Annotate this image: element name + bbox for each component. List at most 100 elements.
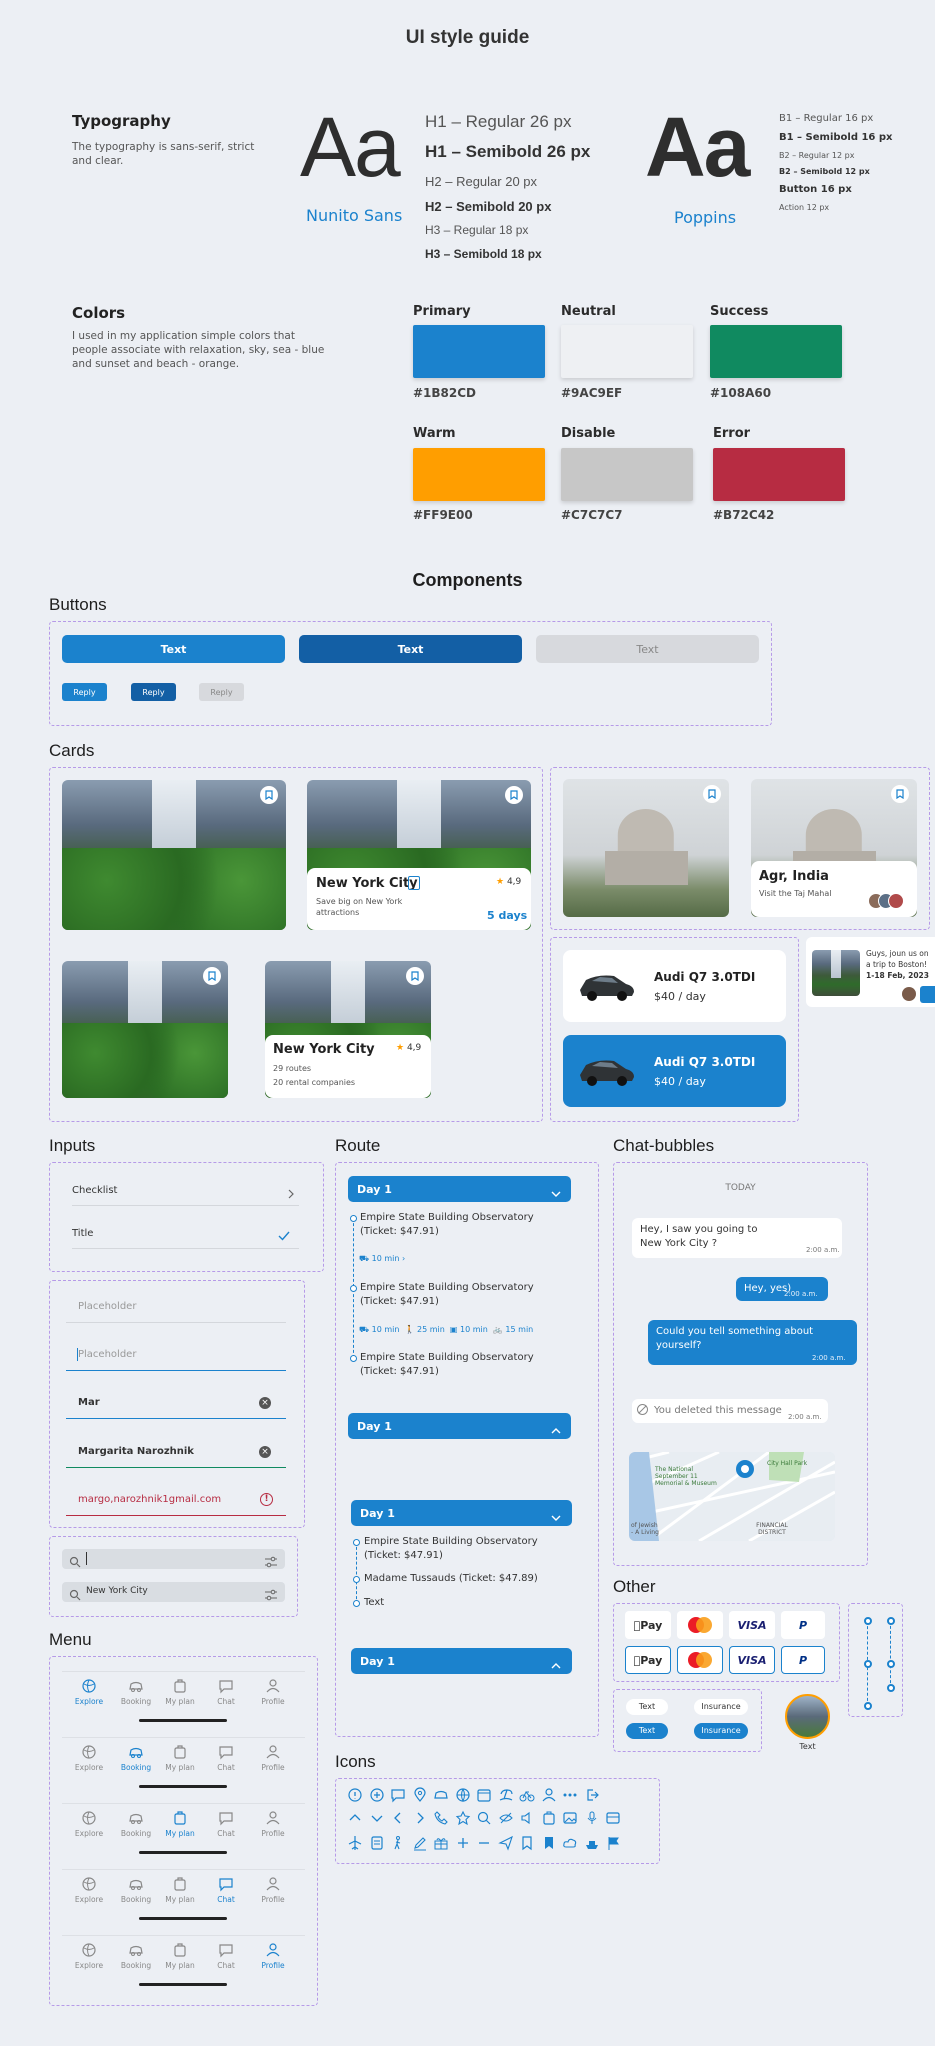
visa-card[interactable]: VISA — [729, 1611, 775, 1639]
nav-item-explore[interactable]: Explore — [67, 1678, 111, 1706]
nav-label: Explore — [74, 1829, 104, 1838]
mastercard-card-selected[interactable] — [677, 1646, 723, 1674]
clear-icon[interactable]: × — [259, 1397, 271, 1409]
route-stop[interactable]: Empire State Building Observatory (Ticke… — [360, 1211, 550, 1239]
font2-sample: Aa — [645, 100, 750, 194]
bookmark-icon[interactable] — [203, 967, 221, 985]
route-stop[interactable]: Text — [364, 1596, 554, 1610]
home-indicator — [139, 1851, 227, 1854]
nav-item-chat[interactable]: Chat — [204, 1942, 248, 1970]
map-message[interactable]: The National September 11 Memorial & Mus… — [629, 1452, 835, 1541]
nav-item-chat[interactable]: Chat — [204, 1678, 248, 1706]
reply-button[interactable]: Reply — [62, 683, 107, 701]
bookmark-icon[interactable] — [260, 786, 278, 804]
car-icon — [129, 1747, 143, 1758]
reply-pressed-button[interactable]: Reply — [131, 683, 176, 701]
nav-item-my-plan[interactable]: My plan — [158, 1744, 202, 1772]
font1-style-0: H1 – Regular 26 px — [425, 112, 572, 131]
chevron-right-icon[interactable] — [286, 1184, 296, 1199]
nav-item-booking[interactable]: Booking — [114, 1744, 158, 1772]
bookmark-icon[interactable] — [891, 785, 909, 803]
nav-item-booking[interactable]: Booking — [114, 1678, 158, 1706]
focused-input[interactable]: Placeholder — [78, 1349, 136, 1360]
city-photo-card[interactable] — [62, 780, 286, 930]
primary-pressed-button[interactable]: Text — [299, 635, 522, 663]
route-stop[interactable]: Empire State Building Observatory (Ticke… — [360, 1351, 550, 1379]
apple-pay-card[interactable]: Pay — [625, 1611, 671, 1639]
message-time: 2:00 a.m. — [812, 1354, 846, 1362]
nav-item-booking[interactable]: Booking — [114, 1810, 158, 1838]
nav-item-profile[interactable]: Profile — [251, 1678, 295, 1706]
search-input[interactable] — [62, 1549, 285, 1569]
day-accordion-expanded[interactable]: Day 1 — [348, 1176, 571, 1202]
avatar[interactable] — [785, 1694, 830, 1739]
nav-item-chat[interactable]: Chat — [204, 1744, 248, 1772]
nav-item-chat[interactable]: Chat — [204, 1810, 248, 1838]
nav-label: Chat — [217, 1961, 235, 1970]
route-stop[interactable]: Empire State Building Observatory (Ticke… — [364, 1535, 554, 1563]
day-accordion-collapsed[interactable]: Day 1 — [348, 1413, 571, 1439]
nav-item-my-plan[interactable]: My plan — [158, 1876, 202, 1904]
mastercard-card[interactable] — [677, 1611, 723, 1639]
paypal-card[interactable]: P — [781, 1611, 825, 1639]
bookmark-icon[interactable] — [703, 785, 721, 803]
briefcase-icon — [174, 1943, 186, 1957]
route-stop[interactable]: Madame Tussauds (Ticket: $47.89) — [364, 1572, 554, 1586]
bottom-nav-bar: Explore Booking My plan Chat Profile — [62, 1803, 305, 1859]
visa-card-selected[interactable]: VISA — [729, 1646, 775, 1674]
inputs-heading: Inputs — [49, 1136, 96, 1155]
disabled-button[interactable]: Text — [536, 635, 759, 663]
day-accordion-expanded-2[interactable]: Day 1 — [351, 1500, 572, 1526]
cloud-icon — [562, 1835, 578, 1851]
chip[interactable]: Text — [626, 1699, 668, 1715]
nav-item-explore[interactable]: Explore — [67, 1942, 111, 1970]
chip-selected[interactable]: Text — [626, 1723, 668, 1739]
chip[interactable]: Insurance — [694, 1699, 748, 1715]
nav-item-explore[interactable]: Explore — [67, 1744, 111, 1772]
filter-icon[interactable] — [264, 1586, 278, 1601]
swatch-disable — [561, 448, 693, 501]
nav-item-my-plan[interactable]: My plan — [158, 1942, 202, 1970]
nav-label: Profile — [261, 1697, 285, 1706]
nav-item-explore[interactable]: Explore — [67, 1876, 111, 1904]
chevron-down-icon[interactable] — [551, 1508, 561, 1521]
day-accordion-collapsed-2[interactable]: Day 1 — [351, 1648, 572, 1674]
error-input[interactable]: margo,narozhnik1gmail.com — [78, 1494, 221, 1505]
msg-icon — [390, 1787, 406, 1803]
chip-selected[interactable]: Insurance — [694, 1723, 748, 1739]
primary-button[interactable]: Text — [62, 635, 285, 663]
nav-item-profile[interactable]: Profile — [251, 1876, 295, 1904]
paypal-card-selected[interactable]: P — [781, 1646, 825, 1674]
route-stop[interactable]: Empire State Building Observatory (Ticke… — [360, 1281, 550, 1309]
chevron-up-icon[interactable] — [551, 1656, 561, 1669]
bookmark-icon[interactable] — [406, 967, 424, 985]
nav-item-explore[interactable]: Explore — [67, 1810, 111, 1838]
placeholder-input[interactable]: Placeholder — [78, 1301, 136, 1312]
nav-label: Chat — [217, 1697, 235, 1706]
city-photo-small-card[interactable] — [62, 961, 228, 1098]
chevron-down-icon[interactable] — [551, 1184, 561, 1197]
globe-icon — [82, 1679, 96, 1693]
filled-input[interactable]: Margarita Narozhnik — [78, 1446, 194, 1457]
nav-item-profile[interactable]: Profile — [251, 1810, 295, 1838]
nav-item-my-plan[interactable]: My plan — [158, 1678, 202, 1706]
nav-item-booking[interactable]: Booking — [114, 1942, 158, 1970]
apple-pay-card-selected[interactable]: Pay — [625, 1646, 671, 1674]
menu-heading: Menu — [49, 1630, 92, 1649]
nav-item-profile[interactable]: Profile — [251, 1744, 295, 1772]
filter-icon[interactable] — [264, 1553, 278, 1568]
nav-item-booking[interactable]: Booking — [114, 1876, 158, 1904]
bookmark-icon[interactable] — [505, 786, 523, 804]
reply-disabled-button[interactable]: Reply — [199, 683, 244, 701]
nav-item-my-plan[interactable]: My plan — [158, 1810, 202, 1838]
check-icon[interactable] — [278, 1227, 290, 1241]
clear-icon[interactable]: × — [259, 1446, 271, 1458]
beach-icon — [498, 1787, 514, 1803]
swatch-label-error: Error — [713, 426, 751, 441]
chevron-up-icon[interactable] — [551, 1421, 561, 1434]
typing-input[interactable]: Mar — [78, 1397, 100, 1408]
join-button[interactable] — [920, 986, 935, 1003]
nav-item-chat[interactable]: Chat — [204, 1876, 248, 1904]
nav-item-profile[interactable]: Profile — [251, 1942, 295, 1970]
message-text: Hey, I saw you going to New York City ? — [640, 1224, 758, 1249]
